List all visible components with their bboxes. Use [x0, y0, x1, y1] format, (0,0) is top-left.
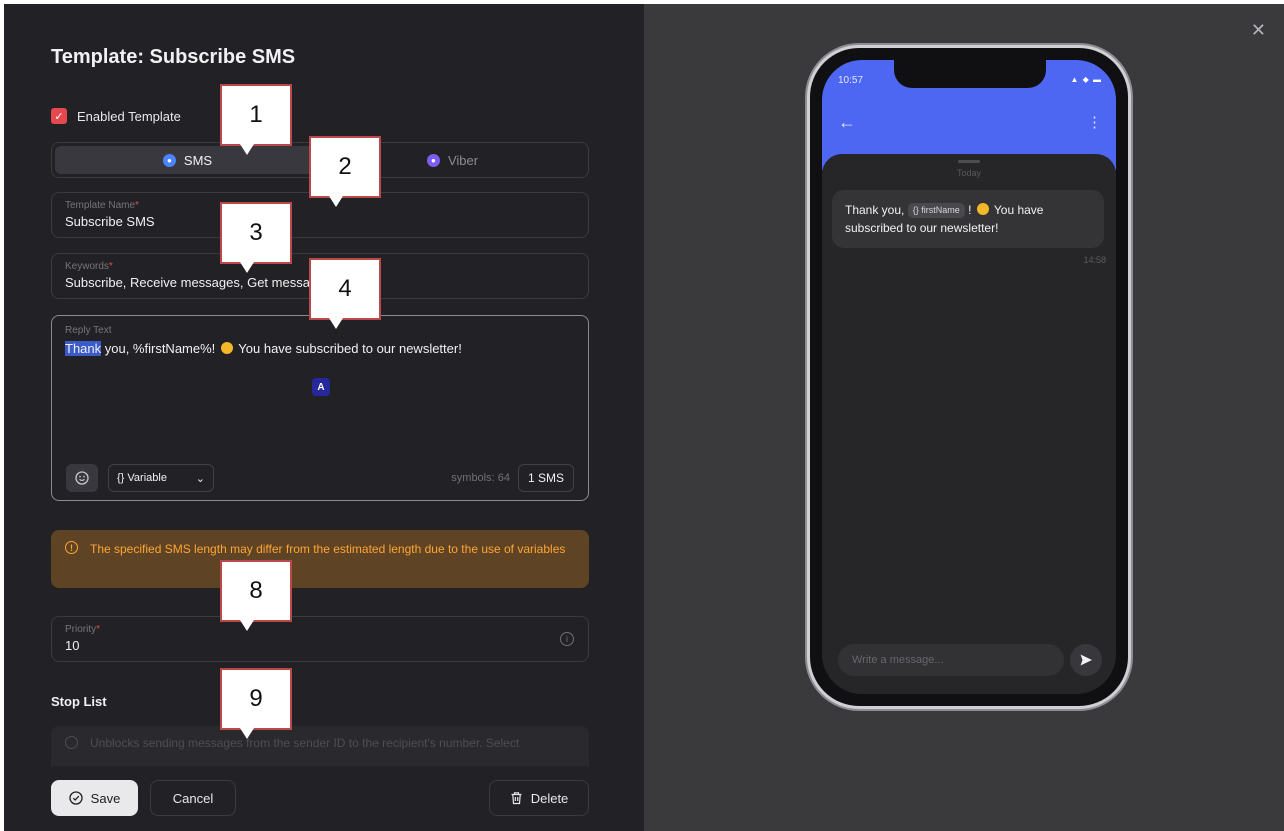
- delete-button[interactable]: Delete: [489, 780, 589, 816]
- send-icon: [1080, 654, 1092, 666]
- smile-emoji-icon: [976, 203, 989, 215]
- callout-3: 3: [220, 202, 292, 273]
- reply-text-part-end: You have subscribed to our newsletter!: [234, 341, 462, 356]
- message-timestamp: 14:58: [1083, 255, 1106, 265]
- save-label: Save: [90, 790, 121, 806]
- preview-panel: ✕ 10:57 ▲ ◆ ▬ ← ⋮ Today Thank you, {} fi…: [644, 4, 1284, 831]
- close-icon[interactable]: ✕: [1251, 20, 1266, 41]
- keywords-label-text: Keywords: [65, 261, 109, 272]
- more-vertical-icon: ⋮: [1087, 114, 1102, 131]
- cancel-button[interactable]: Cancel: [150, 780, 236, 816]
- callout-4: 4: [309, 258, 381, 329]
- stop-list-title: Stop List: [51, 694, 107, 709]
- tab-label: SMS: [183, 152, 213, 168]
- reply-text-part: you, %firstName%!: [101, 341, 219, 356]
- status-time: 10:57: [838, 75, 864, 86]
- drag-handle: [958, 160, 980, 163]
- back-arrow-icon: ←: [838, 112, 856, 132]
- sms-count-badge: 1 SMS: [517, 464, 574, 492]
- date-divider: Today: [956, 168, 982, 178]
- info-icon: [65, 736, 78, 749]
- stop-list-info: Unblocks sending messages from the sende…: [51, 726, 589, 766]
- smile-emoji-icon: [220, 342, 233, 354]
- emoji-picker-button[interactable]: [66, 464, 98, 492]
- reply-text-label: Reply Text: [65, 325, 112, 336]
- priority-field[interactable]: Priority* 10 i: [51, 616, 589, 662]
- template-name-value: Subscribe SMS: [65, 214, 155, 229]
- message-text-mid: !: [964, 203, 975, 217]
- callout-8: 8: [220, 560, 292, 631]
- signal-wifi-battery-icon: ▲ ◆ ▬: [1070, 75, 1102, 84]
- message-text-start: Thank you,: [845, 203, 908, 217]
- page-title: Template: Subscribe SMS: [51, 46, 296, 68]
- trash-icon: [511, 792, 522, 805]
- phone-preview: 10:57 ▲ ◆ ▬ ← ⋮ Today Thank you, {} firs…: [807, 45, 1131, 709]
- modal: Template: Subscribe SMS ✓ Enabled Templa…: [4, 4, 1284, 831]
- smile-icon: [75, 471, 89, 485]
- callout-2: 2: [309, 136, 381, 207]
- delete-label: Delete: [530, 790, 569, 806]
- send-button[interactable]: [1070, 644, 1102, 676]
- selected-text: Thank: [65, 341, 102, 356]
- tab-sms[interactable]: ● SMS: [55, 146, 320, 174]
- cancel-label: Cancel: [172, 790, 214, 806]
- reply-text-content[interactable]: Thank you, %firstName%! You have subscri…: [65, 341, 575, 356]
- reply-toolbar: {} Variable ⌄ symbols: 64 1 SMS: [66, 464, 574, 492]
- template-name-label-text: Template Name: [65, 200, 136, 211]
- warning-icon: !: [65, 541, 78, 554]
- sms-icon: ●: [162, 153, 176, 167]
- reply-text-field[interactable]: Reply Text Thank you, %firstName%! You h…: [51, 315, 589, 501]
- chat-area: Today Thank you, {} firstName ! You have…: [822, 154, 1116, 694]
- template-editor-panel: Template: Subscribe SMS ✓ Enabled Templa…: [4, 4, 644, 831]
- priority-label: Priority*: [65, 624, 101, 635]
- message-input[interactable]: Write a message...: [838, 644, 1064, 676]
- viber-icon: ●: [426, 153, 440, 167]
- callout-1: 1: [220, 84, 292, 155]
- info-icon[interactable]: i: [560, 632, 574, 646]
- phone-screen: 10:57 ▲ ◆ ▬ ← ⋮ Today Thank you, {} firs…: [822, 60, 1116, 694]
- enabled-template-toggle[interactable]: ✓ Enabled Template: [51, 108, 181, 124]
- message-bubble: Thank you, {} firstName ! You have subsc…: [832, 190, 1104, 248]
- template-name-label: Template Name*: [65, 200, 139, 211]
- save-button[interactable]: Save: [51, 780, 138, 816]
- variable-select-text: Variable: [127, 472, 167, 484]
- variable-select-label: {} Variable: [117, 472, 167, 484]
- message-input-placeholder: Write a message...: [852, 654, 944, 666]
- stop-list-info-text: Unblocks sending messages from the sende…: [90, 736, 520, 750]
- variable-chip: {} firstName: [907, 203, 965, 218]
- warning-text: The specified SMS length may differ from…: [90, 542, 566, 556]
- variable-select[interactable]: {} Variable ⌄: [108, 464, 214, 492]
- translate-icon[interactable]: A: [312, 378, 330, 396]
- priority-label-text: Priority: [65, 624, 97, 635]
- symbol-counter: symbols: 64: [451, 472, 510, 484]
- enabled-template-label: Enabled Template: [77, 108, 181, 124]
- chevron-down-icon: ⌄: [195, 472, 205, 485]
- tab-label: Viber: [447, 152, 479, 168]
- checkbox-checked-icon[interactable]: ✓: [51, 108, 67, 124]
- sms-length-warning: ! The specified SMS length may differ fr…: [51, 530, 589, 588]
- callout-9: 9: [220, 668, 292, 739]
- phone-notch: [894, 60, 1046, 88]
- priority-value: 10: [65, 638, 80, 653]
- template-name-field[interactable]: Template Name* Subscribe SMS: [51, 192, 589, 238]
- check-circle-icon: [69, 791, 83, 805]
